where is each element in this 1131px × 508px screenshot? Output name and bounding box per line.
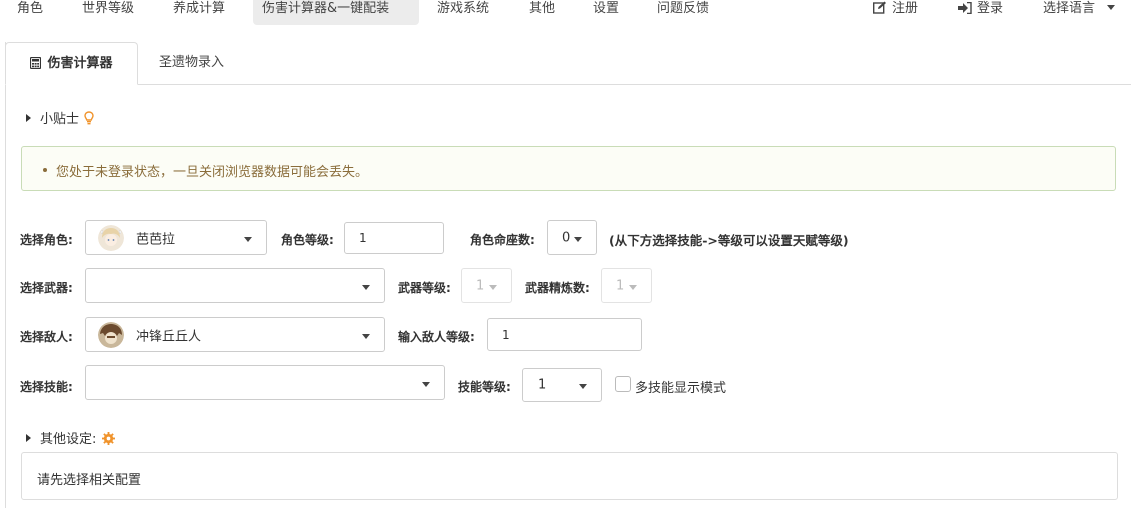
character-label: 选择角色: xyxy=(20,233,73,247)
chevron-down-icon xyxy=(422,381,430,387)
gear-icon xyxy=(101,432,115,445)
edit-icon xyxy=(872,1,886,14)
enemy-avatar xyxy=(98,321,124,348)
multi-skill-label[interactable]: 多技能显示模式 xyxy=(635,377,726,396)
register-label: 注册 xyxy=(892,1,919,16)
sign-in-icon xyxy=(958,1,972,15)
weapon-label: 选择武器: xyxy=(20,281,73,295)
weapon-refine-label: 武器精炼数: xyxy=(525,281,590,295)
caret-right-icon xyxy=(26,434,31,442)
weapon-select[interactable] xyxy=(85,268,385,303)
enemy-level-value: 1 xyxy=(502,327,510,342)
tabs-divider xyxy=(6,84,1131,85)
tab-damage-calculator[interactable]: 伤害计算器 xyxy=(5,42,138,85)
tab-damage-calculator-label: 伤害计算器 xyxy=(47,56,113,71)
chevron-down-icon xyxy=(579,384,587,389)
tips-label: 小贴士 xyxy=(40,112,80,127)
enemy-label: 选择敌人: xyxy=(20,330,73,344)
register-link[interactable]: 注册 xyxy=(872,0,919,20)
skill-level-select[interactable]: 1 xyxy=(522,368,602,402)
result-box: 请先选择相关配置 xyxy=(21,452,1118,500)
language-select[interactable]: 选择语言 xyxy=(1043,0,1116,20)
tab-artifact-entry[interactable]: 圣遗物录入 xyxy=(159,42,224,84)
chevron-down-icon xyxy=(362,284,370,290)
result-message: 请先选择相关配置 xyxy=(37,473,142,488)
chevron-down-icon xyxy=(362,333,370,339)
bullet-icon xyxy=(43,168,47,172)
character-avatar xyxy=(98,224,124,251)
skill-select[interactable] xyxy=(85,365,445,400)
weapon-refine-select[interactable]: 1 xyxy=(601,268,652,303)
tips-toggle[interactable]: 小贴士 xyxy=(26,108,94,127)
constellation-hint: (从下方选择技能->等级可以设置天赋等级) xyxy=(609,233,849,248)
weapon-level-value: 1 xyxy=(476,278,485,293)
main-panel: 伤害计算器 圣遗物录入 小贴士 您处于未登录状态，一旦关闭浏览器数据可能会丢失。… xyxy=(5,42,1131,508)
login-label: 登录 xyxy=(977,1,1004,16)
nav-item-world-level[interactable]: 世界等级 xyxy=(78,0,138,25)
login-warning-text: 您处于未登录状态，一旦关闭浏览器数据可能会丢失。 xyxy=(56,165,369,180)
nav-item-characters[interactable]: 角色 xyxy=(13,0,47,25)
constellation-select[interactable]: 0 xyxy=(547,220,597,255)
caret-right-icon xyxy=(26,114,31,122)
login-warning-alert: 您处于未登录状态，一旦关闭浏览器数据可能会丢失。 xyxy=(21,146,1116,191)
character-value: 芭芭拉 xyxy=(136,232,176,247)
enemy-level-label: 输入敌人等级: xyxy=(398,330,475,344)
chevron-down-icon xyxy=(574,236,582,242)
constellation-label: 角色命座数: xyxy=(470,233,535,247)
weapon-refine-value: 1 xyxy=(616,278,625,293)
character-level-label: 角色等级: xyxy=(281,233,334,247)
skill-level-value: 1 xyxy=(538,377,547,393)
constellation-value: 0 xyxy=(562,230,571,245)
skill-level-label: 技能等级: xyxy=(458,380,511,394)
chevron-down-icon xyxy=(629,284,637,290)
login-link[interactable]: 登录 xyxy=(958,0,1003,20)
other-settings-toggle[interactable]: 其他设定: xyxy=(26,428,115,447)
weapon-level-label: 武器等级: xyxy=(398,281,451,295)
multi-skill-checkbox[interactable] xyxy=(615,376,631,392)
nav-item-feedback[interactable]: 问题反馈 xyxy=(653,0,713,25)
enemy-value: 冲锋丘丘人 xyxy=(136,329,202,344)
nav-item-game-system[interactable]: 游戏系统 xyxy=(433,0,493,25)
character-level-value: 1 xyxy=(359,231,367,245)
chevron-down-icon xyxy=(1107,5,1116,10)
language-label: 选择语言 xyxy=(1043,1,1096,16)
enemy-level-input[interactable]: 1 xyxy=(487,318,642,351)
chevron-down-icon xyxy=(489,284,497,290)
top-nav: 角色 世界等级 养成计算 伤害计算器&一键配装 游戏系统 其他 设置 问题反馈 … xyxy=(0,0,1131,25)
nav-item-other[interactable]: 其他 xyxy=(525,0,559,25)
character-level-input[interactable]: 1 xyxy=(344,222,444,254)
nav-item-damage-calc[interactable]: 伤害计算器&一键配装 xyxy=(253,0,419,25)
skill-label: 选择技能: xyxy=(20,380,73,394)
character-select[interactable]: 芭芭拉 xyxy=(85,220,267,255)
calculator-icon xyxy=(30,56,42,70)
nav-item-ascension-calc[interactable]: 养成计算 xyxy=(169,0,229,25)
chevron-down-icon xyxy=(244,236,252,242)
weapon-level-select[interactable]: 1 xyxy=(461,268,512,303)
enemy-select[interactable]: 冲锋丘丘人 xyxy=(85,317,385,352)
other-settings-label: 其他设定: xyxy=(40,432,97,447)
nav-item-settings[interactable]: 设置 xyxy=(589,0,623,25)
lightbulb-icon xyxy=(84,111,94,125)
